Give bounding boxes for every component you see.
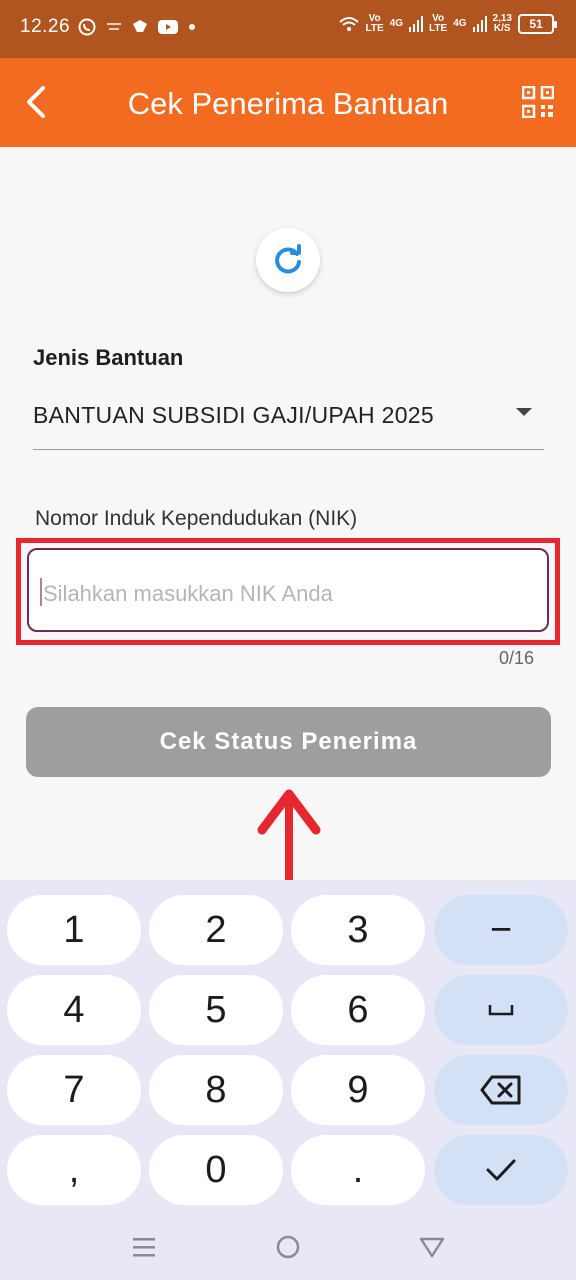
- key-7[interactable]: 7: [7, 1055, 141, 1125]
- triangle-back-icon: [419, 1237, 445, 1258]
- key-5[interactable]: 5: [149, 975, 283, 1045]
- whatsapp-icon: [78, 18, 96, 36]
- signal-icon-1: [409, 16, 424, 32]
- nik-input[interactable]: Silahkan masukkan NIK Anda: [27, 548, 549, 632]
- key-0[interactable]: 0: [149, 1135, 283, 1205]
- home-circle-icon: [276, 1235, 300, 1259]
- menu-icon: [133, 1238, 155, 1257]
- key-2[interactable]: 2: [149, 895, 283, 965]
- back-nav-button[interactable]: [417, 1232, 447, 1262]
- key-space[interactable]: [434, 975, 568, 1045]
- cek-status-button[interactable]: Cek Status Penerima: [26, 707, 551, 777]
- youtube-icon: [158, 20, 178, 34]
- chat-icon: [133, 20, 147, 32]
- app-bar: Cek Penerima Bantuan: [0, 58, 576, 147]
- battery-indicator: 51: [518, 14, 557, 34]
- system-nav-bar: [0, 1210, 576, 1280]
- text-cursor: [40, 578, 42, 606]
- volte-indicator-1: Vo LTE: [365, 13, 384, 34]
- volte-indicator-2: Vo LTE: [429, 13, 448, 34]
- key-comma[interactable]: ,: [7, 1135, 141, 1205]
- key-3[interactable]: 3: [291, 895, 425, 965]
- notification-icons: [78, 18, 196, 36]
- status-bar: 12.26 Vo LTE 4G Vo LTE 4G 2,13 K/S 51: [0, 0, 576, 58]
- jenis-bantuan-dropdown[interactable]: BANTUAN SUBSIDI GAJI/UPAH 2025: [33, 390, 544, 450]
- page-title: Cek Penerima Bantuan: [127, 86, 449, 121]
- system-indicators: Vo LTE 4G Vo LTE 4G 2,13 K/S 51: [338, 13, 557, 34]
- nik-label: Nomor Induk Kependudukan (NIK): [35, 507, 358, 530]
- recent-apps-button[interactable]: [129, 1232, 159, 1262]
- screen: 12.26 Vo LTE 4G Vo LTE 4G 2,13 K/S 51 Cek P…: [0, 0, 576, 1280]
- dropdown-caret-icon: [516, 408, 532, 416]
- key-8[interactable]: 8: [149, 1055, 283, 1125]
- jenis-bantuan-value: BANTUAN SUBSIDI GAJI/UPAH 2025: [33, 402, 434, 428]
- home-button[interactable]: [273, 1232, 303, 1262]
- key-minus[interactable]: −: [434, 895, 568, 965]
- key-9[interactable]: 9: [291, 1055, 425, 1125]
- refresh-button[interactable]: [256, 228, 320, 292]
- check-icon: [486, 1159, 516, 1181]
- key-1[interactable]: 1: [7, 895, 141, 965]
- key-enter[interactable]: [434, 1135, 568, 1205]
- key-6[interactable]: 6: [291, 975, 425, 1045]
- nik-char-counter: 0/16: [498, 648, 534, 668]
- wifi-icon: [338, 17, 359, 31]
- key-dot[interactable]: .: [291, 1135, 425, 1205]
- key-backspace[interactable]: [434, 1055, 568, 1125]
- app-notification-icon: [107, 23, 121, 30]
- space-icon: [488, 1005, 514, 1016]
- backspace-icon: [480, 1075, 521, 1105]
- refresh-icon: [275, 244, 301, 274]
- status-time: 12.26: [20, 16, 71, 37]
- key-4[interactable]: 4: [7, 975, 141, 1045]
- qr-scan-button[interactable]: [521, 85, 555, 119]
- network-type-1: 4G: [389, 18, 404, 29]
- more-dot-icon: [189, 24, 195, 30]
- qr-code-icon: [521, 85, 555, 119]
- jenis-bantuan-label: Jenis Bantuan: [33, 345, 184, 370]
- signal-icon-2: [472, 16, 487, 32]
- nik-placeholder: Silahkan masukkan NIK Anda: [43, 581, 333, 606]
- network-type-2: 4G: [453, 18, 467, 29]
- network-speed: 2,13 K/S: [492, 13, 512, 34]
